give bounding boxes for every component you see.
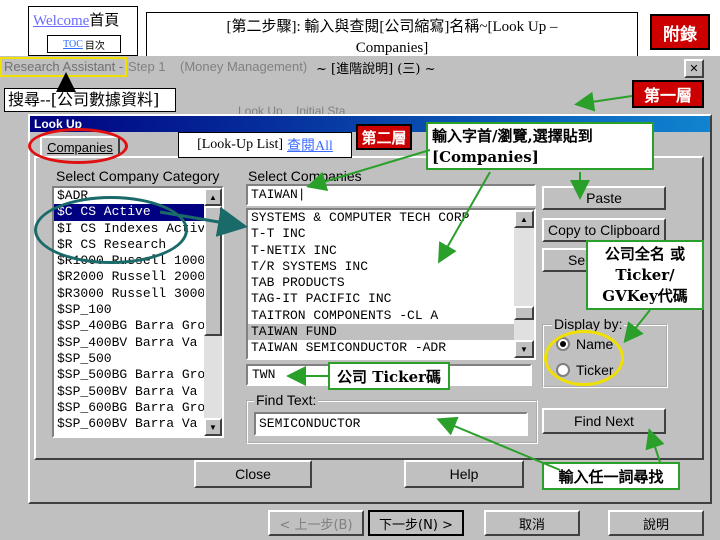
arrow-level1: [574, 91, 633, 112]
arrow-category: [159, 207, 248, 237]
arrow-display: [623, 309, 651, 344]
arrow-input-to-list: [438, 171, 491, 264]
arrow-find-text: [436, 416, 561, 471]
arrow-input-to-field: [306, 149, 431, 191]
annotation-arrows: [56, 72, 665, 471]
arrow-find-next: [645, 428, 665, 463]
